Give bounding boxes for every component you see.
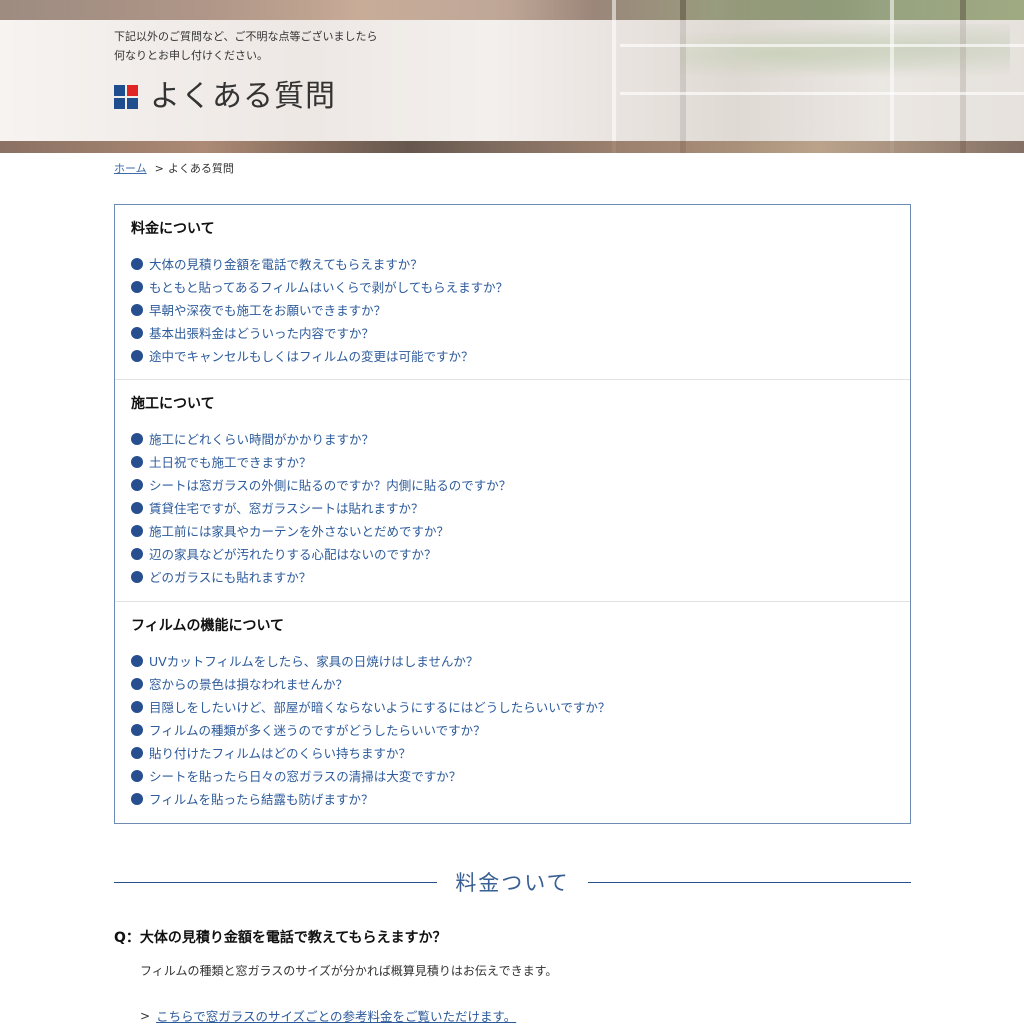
grid-logo-icon	[114, 85, 138, 109]
faq-index-item[interactable]: 貼り付けたフィルムはどのくらい持ちますか？	[131, 741, 894, 764]
page-hero: 下記以外のご質問など、ご不明な点等ございましたら 何なりとお申し付けください。 …	[0, 0, 1024, 153]
faq-question: Q：大体の見積り金額を電話で教えてもらえますか？	[114, 930, 447, 946]
hero-lead-line: 下記以外のご質問など、ご不明な点等ございましたら	[114, 30, 378, 43]
bullet-dot-icon	[131, 478, 143, 491]
faq-link[interactable]: 施工にどれくらい時間がかかりますか？	[149, 429, 374, 448]
faq-index-item[interactable]: UVカットフィルムをしたら、家具の日焼けはしませんか？	[131, 649, 894, 672]
faq-index-item[interactable]: シートは窓ガラスの外側に貼るのですか？内側に貼るのですか？	[131, 473, 894, 496]
faq-link[interactable]: フィルムの種類が多く迷うのですがどうしたらいいですか？	[149, 720, 486, 739]
faq-index: 料金について 大体の見積り金額を電話で教えてもらえますか？ もともと貼ってあるフ…	[114, 204, 911, 824]
heading-rule	[114, 881, 438, 883]
bullet-dot-icon	[131, 432, 143, 445]
bullet-dot-icon	[131, 746, 143, 759]
hero-content: 下記以外のご質問など、ご不明な点等ございましたら 何なりとお申し付けください。 …	[114, 20, 377, 112]
faq-link[interactable]: どのガラスにも貼れますか？	[149, 567, 311, 586]
breadcrumb: ホーム > よくある質問	[114, 160, 234, 176]
bullet-dot-icon	[131, 769, 143, 782]
faq-index-item[interactable]: 途中でキャンセルもしくはフィルムの変更は可能ですか？	[131, 344, 894, 367]
price-reference-link[interactable]: こちらで窓ガラスのサイズごとの参考料金をご覧いただけます。	[156, 1006, 516, 1025]
faq-index-heading: 施工について	[131, 396, 215, 412]
faq-link[interactable]: 基本出張料金はどういった内容ですか？	[149, 323, 374, 342]
bullet-dot-icon	[131, 326, 143, 339]
page-title: よくある質問	[150, 79, 336, 114]
faq-index-item[interactable]: シートを貼ったら日々の窓ガラスの清掃は大変ですか？	[131, 764, 894, 787]
faq-entry: Q：大体の見積り金額を電話で教えてもらえますか？ フィルムの種類と窓ガラスのサイ…	[114, 928, 911, 1025]
faq-index-item[interactable]: 土日祝でも施工できますか？	[131, 450, 894, 473]
faq-index-item[interactable]: 大体の見積り金額を電話で教えてもらえますか？	[131, 252, 894, 275]
faq-link[interactable]: 早朝や深夜でも施工をお願いできますか？	[149, 300, 386, 319]
bullet-dot-icon	[131, 677, 143, 690]
hero-photo-bottom	[0, 141, 1024, 153]
faq-link[interactable]: 窓からの景色は損なわれませんか？	[149, 674, 348, 693]
hero-lead-line: 何なりとお申し付けください。	[114, 49, 268, 62]
faq-link[interactable]: UVカットフィルムをしたら、家具の日焼けはしませんか？	[149, 651, 478, 670]
section-title: 料金ついて	[455, 871, 570, 895]
bullet-dot-icon	[131, 349, 143, 362]
heading-rule	[587, 881, 911, 883]
faq-index-heading: フィルムの機能について	[131, 618, 285, 634]
bullet-dot-icon	[131, 280, 143, 293]
bullet-dot-icon	[131, 303, 143, 316]
faq-index-section-pricing: 料金について 大体の見積り金額を電話で教えてもらえますか？ もともと貼ってあるフ…	[115, 205, 910, 380]
breadcrumb-home-link[interactable]: ホーム	[114, 160, 147, 176]
faq-index-item[interactable]: もともと貼ってあるフィルムはいくらで剥がしてもらえますか？	[131, 275, 894, 298]
bullet-dot-icon	[131, 455, 143, 468]
faq-index-section-installation: 施工について 施工にどれくらい時間がかかりますか？ 土日祝でも施工できますか？ …	[115, 380, 910, 602]
faq-index-item[interactable]: フィルムの種類が多く迷うのですがどうしたらいいですか？	[131, 718, 894, 741]
faq-index-item[interactable]: 早朝や深夜でも施工をお願いできますか？	[131, 298, 894, 321]
faq-index-list: UVカットフィルムをしたら、家具の日焼けはしませんか？ 窓からの景色は損なわれま…	[131, 649, 894, 820]
section-heading: 料金ついて	[114, 866, 911, 898]
faq-index-list: 大体の見積り金額を電話で教えてもらえますか？ もともと貼ってあるフィルムはいくら…	[131, 252, 894, 377]
faq-link[interactable]: 賃貸住宅ですが、窓ガラスシートは貼れますか？	[149, 498, 424, 517]
faq-link[interactable]: 目隠しをしたいけど、部屋が暗くならないようにするにはどうしたらいいですか？	[149, 697, 610, 716]
faq-link[interactable]: シートを貼ったら日々の窓ガラスの清掃は大変ですか？	[149, 766, 461, 785]
faq-link[interactable]: 貼り付けたフィルムはどのくらい持ちますか？	[149, 743, 411, 762]
faq-link[interactable]: 辺の家具などが汚れたりする心配はないのですか？	[149, 544, 437, 563]
faq-index-item[interactable]: 辺の家具などが汚れたりする心配はないのですか？	[131, 542, 894, 565]
faq-index-section-film-features: フィルムの機能について UVカットフィルムをしたら、家具の日焼けはしませんか？ …	[115, 602, 910, 823]
chevron-right-icon: >	[140, 1008, 151, 1023]
faq-index-item[interactable]: どのガラスにも貼れますか？	[131, 565, 894, 588]
bullet-dot-icon	[131, 570, 143, 583]
bullet-dot-icon	[131, 654, 143, 667]
faq-index-item[interactable]: 賃貸住宅ですが、窓ガラスシートは貼れますか？	[131, 496, 894, 519]
faq-index-item[interactable]: 施工前には家具やカーテンを外さないとだめですか？	[131, 519, 894, 542]
faq-link[interactable]: フィルムを貼ったら結露も防げますか？	[149, 789, 374, 808]
bullet-dot-icon	[131, 792, 143, 805]
breadcrumb-current: よくある質問	[167, 162, 234, 175]
faq-index-item[interactable]: フィルムを貼ったら結露も防げますか？	[131, 787, 894, 810]
price-reference-link-row: > こちらで窓ガラスのサイズごとの参考料金をご覧いただけます。	[140, 1006, 911, 1025]
hero-photo-top	[0, 0, 1024, 20]
faq-link[interactable]: もともと貼ってあるフィルムはいくらで剥がしてもらえますか？	[149, 277, 508, 296]
faq-answer: フィルムの種類と窓ガラスのサイズが分かれば概算見積りはお伝えできます。	[140, 964, 558, 978]
bullet-dot-icon	[131, 501, 143, 514]
faq-index-list: 施工にどれくらい時間がかかりますか？ 土日祝でも施工できますか？ シートは窓ガラ…	[131, 427, 894, 598]
faq-index-heading: 料金について	[131, 221, 215, 237]
bullet-dot-icon	[131, 723, 143, 736]
title-row: よくある質問	[114, 82, 377, 112]
faq-link[interactable]: シートは窓ガラスの外側に貼るのですか？内側に貼るのですか？	[149, 475, 511, 494]
bullet-dot-icon	[131, 547, 143, 560]
bullet-dot-icon	[131, 700, 143, 713]
faq-index-item[interactable]: 目隠しをしたいけど、部屋が暗くならないようにするにはどうしたらいいですか？	[131, 695, 894, 718]
faq-index-item[interactable]: 施工にどれくらい時間がかかりますか？	[131, 427, 894, 450]
faq-link[interactable]: 土日祝でも施工できますか？	[149, 452, 312, 471]
faq-link[interactable]: 大体の見積り金額を電話で教えてもらえますか？	[149, 254, 423, 273]
bullet-dot-icon	[131, 524, 143, 537]
faq-index-item[interactable]: 窓からの景色は損なわれませんか？	[131, 672, 894, 695]
faq-index-item[interactable]: 基本出張料金はどういった内容ですか？	[131, 321, 894, 344]
faq-link[interactable]: 途中でキャンセルもしくはフィルムの変更は可能ですか？	[149, 346, 474, 365]
bullet-dot-icon	[131, 257, 143, 270]
hero-lead: 下記以外のご質問など、ご不明な点等ございましたら 何なりとお申し付けください。	[114, 27, 377, 65]
faq-link[interactable]: 施工前には家具やカーテンを外さないとだめですか？	[149, 521, 449, 540]
breadcrumb-separator: >	[154, 161, 164, 175]
